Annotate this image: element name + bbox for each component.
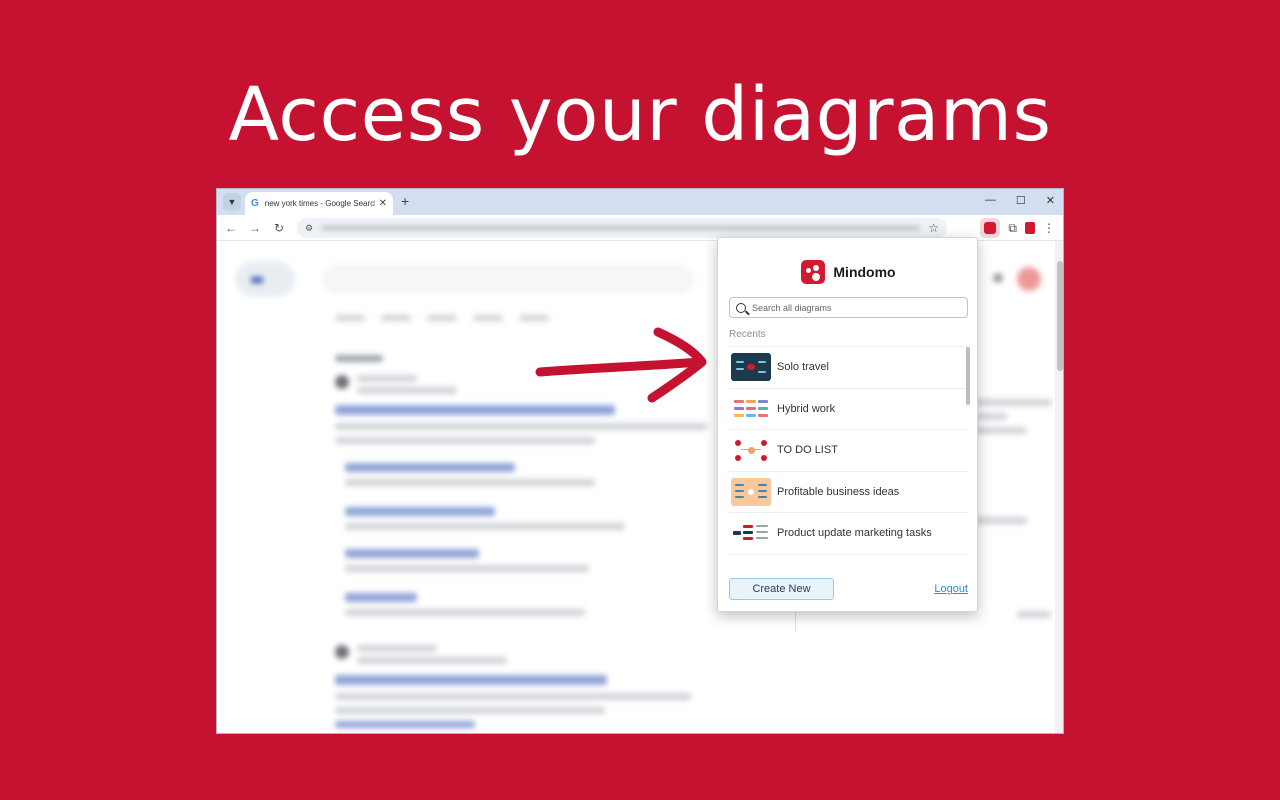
logout-link[interactable]: Logout (934, 583, 968, 595)
new-tab-button[interactable]: + (401, 193, 409, 209)
extensions-puzzle-icon[interactable]: ⧉ (1008, 221, 1017, 236)
reload-button[interactable]: ↻ (273, 221, 285, 235)
diagram-thumbnail (731, 519, 771, 548)
tab-close-icon[interactable]: ✕ (379, 198, 387, 209)
list-item[interactable]: TO DO LIST (729, 430, 968, 472)
tab-strip: ▼ G new york times - Google Search ✕ + —… (217, 189, 1063, 215)
list-item-label: Product update marketing tasks (777, 527, 932, 540)
browser-menu-icon[interactable]: ⋮ (1043, 221, 1055, 235)
diagram-thumbnail (731, 353, 771, 382)
mindomo-logo-icon (801, 260, 826, 284)
tab-title: new york times - Google Search (264, 199, 375, 208)
pdf-extension-icon[interactable] (1025, 222, 1035, 234)
search-icon (736, 302, 746, 313)
mindomo-popup: Mindomo Recents Solo travel (717, 237, 978, 612)
site-settings-icon[interactable]: ⚙ (305, 223, 313, 234)
brand-name: Mindomo (833, 264, 896, 280)
minimize-button[interactable]: — (985, 194, 996, 207)
headline: Access your diagrams (228, 72, 1052, 158)
diagram-search[interactable] (729, 297, 968, 318)
forward-button[interactable]: → (249, 221, 261, 235)
create-new-button[interactable]: Create New (729, 578, 834, 600)
list-item-label: Hybrid work (777, 402, 836, 415)
recents-list: Solo travel Hybrid work TO DO LIST Profi… (729, 346, 970, 555)
list-item[interactable]: Hybrid work (729, 389, 968, 430)
diagram-thumbnail (731, 436, 771, 465)
bookmark-star-icon[interactable]: ☆ (928, 221, 939, 235)
pointer-arrow-icon (535, 327, 707, 403)
chevron-down-icon: ▼ (227, 197, 237, 207)
recents-label: Recents (729, 329, 766, 340)
google-icon: G (251, 198, 259, 209)
maximize-button[interactable]: ☐ (1016, 194, 1026, 207)
list-item-label: TO DO LIST (777, 444, 838, 457)
tab-search-button[interactable]: ▼ (223, 193, 241, 211)
diagram-thumbnail (731, 477, 771, 506)
browser-tab[interactable]: G new york times - Google Search ✕ (245, 192, 393, 215)
recents-scrollbar[interactable] (966, 347, 970, 405)
address-bar[interactable]: ⚙ ☆ (297, 218, 947, 238)
list-item[interactable]: Product update marketing tasks (729, 513, 968, 555)
close-window-button[interactable]: ✕ (1046, 194, 1055, 207)
back-button[interactable]: ← (225, 221, 237, 235)
list-item[interactable]: Solo travel (729, 347, 968, 389)
diagram-thumbnail (731, 394, 771, 423)
list-item[interactable]: Profitable business ideas (729, 472, 968, 513)
list-item-label: Profitable business ideas (777, 485, 900, 498)
mindomo-extension-icon[interactable] (980, 218, 1001, 238)
list-item-label: Solo travel (777, 361, 829, 374)
search-input[interactable] (752, 302, 952, 313)
blurred-url (321, 225, 921, 231)
